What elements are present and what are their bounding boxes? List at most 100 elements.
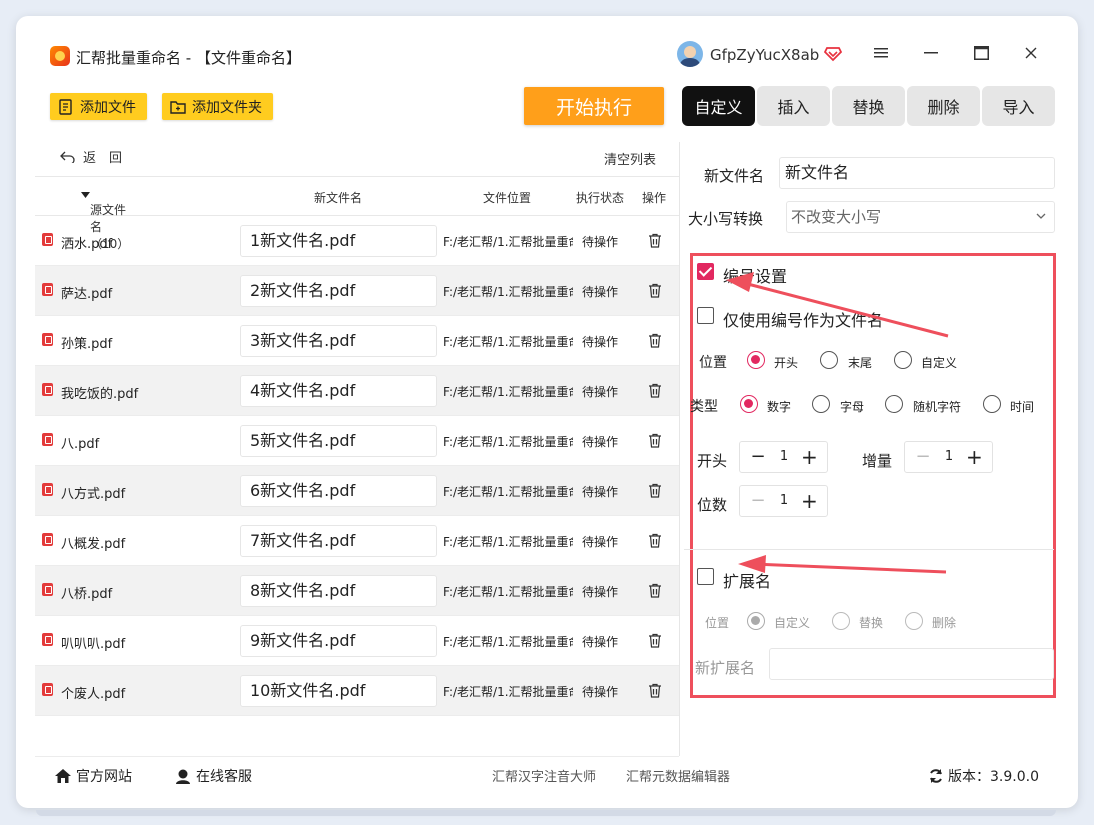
maximize-icon[interactable] [970,42,992,64]
status-text: 待操作 [582,485,619,499]
new-ext-input[interactable] [769,648,1054,680]
new-filename-input[interactable]: 7新文件名.pdf [240,525,437,557]
table-row[interactable]: 八概发.pdf 7新文件名.pdf F:/老汇帮/1.汇帮批量重命名待操作 [35,516,679,566]
version-info[interactable]: 版本：3.9.0.0 [928,766,1039,786]
pdf-icon [42,383,53,396]
trash-icon[interactable] [648,483,662,498]
table-row[interactable]: 孙策.pdf 3新文件名.pdf F:/老汇帮/1.汇帮批量重命名待操作 [35,316,679,366]
menu-icon[interactable] [870,42,892,64]
pdf-icon [42,533,53,546]
footer-link-pinyin[interactable]: 汇帮汉字注音大师 [492,766,596,785]
ext-radio-custom[interactable] [747,612,765,630]
pdf-icon [42,433,53,446]
file-icon [59,98,72,115]
table-row[interactable]: 个废人.pdf 10新文件名.pdf F:/老汇帮/1.汇帮批量重命名待操作 [35,666,679,716]
tab-insert[interactable]: 插入 [757,86,830,126]
decrement-icon[interactable]: − [750,448,766,466]
numbering-checkbox[interactable] [697,263,714,280]
section-divider [684,549,1054,550]
type-radio-letter[interactable] [812,395,830,413]
avatar[interactable] [677,41,703,67]
table-row[interactable]: 萨达.pdf 2新文件名.pdf F:/老汇帮/1.汇帮批量重命名待操作 [35,266,679,316]
new-filename-input[interactable]: 6新文件名.pdf [240,475,437,507]
table-row[interactable]: 八方式.pdf 6新文件名.pdf F:/老汇帮/1.汇帮批量重命名待操作 [35,466,679,516]
trash-icon[interactable] [648,583,662,598]
title-bar: 汇帮批量重命名 - 【文件重命名】 GfpZyYucX8ab [16,16,1078,94]
sort-indicator[interactable]: 源文件名（10） [81,189,129,251]
header-path: 文件位置 [483,191,532,205]
status-text: 待操作 [582,235,619,249]
back-button[interactable]: 返 回 [60,147,122,166]
new-filename-input[interactable]: 2新文件名.pdf [240,275,437,307]
table-row[interactable]: 八.pdf 5新文件名.pdf F:/老汇帮/1.汇帮批量重命名待操作 [35,416,679,466]
ext-radio-delete[interactable] [905,612,923,630]
trash-icon[interactable] [648,433,662,448]
type-radio-random[interactable] [885,395,903,413]
increment-stepper[interactable]: − 1 + [904,441,993,473]
new-filename-input[interactable]: 4新文件名.pdf [240,375,437,407]
only-number-label: 仅使用编号作为文件名 [723,311,884,330]
new-filename-input[interactable]: 9新文件名.pdf [240,625,437,657]
new-filename-input[interactable]: 3新文件名.pdf [240,325,437,357]
table-row[interactable]: 我吃饭的.pdf 4新文件名.pdf F:/老汇帮/1.汇帮批量重命名待操作 [35,366,679,416]
table-header: 源文件名（10） 新文件名 文件位置 执行状态 操作 [35,176,679,251]
tab-import[interactable]: 导入 [982,86,1055,126]
new-name-input[interactable]: 新文件名 [779,157,1055,189]
tab-delete[interactable]: 删除 [907,86,980,126]
add-folder-button[interactable]: 添加文件夹 [162,93,273,120]
position-radio-start[interactable] [747,351,765,369]
decrement-icon[interactable]: − [750,492,766,510]
add-file-button[interactable]: 添加文件 [50,93,147,120]
table-row[interactable]: 洒水.pdf 1新文件名.pdf F:/老汇帮/1.汇帮批量重命名待操作 [35,216,679,266]
type-radio-time[interactable] [983,395,1001,413]
trash-icon[interactable] [648,383,662,398]
type-option-number: 数字 [767,400,792,414]
increment-icon[interactable]: + [966,447,983,467]
minimize-icon[interactable] [920,42,942,64]
file-table: 源文件名（10） 新文件名 文件位置 执行状态 操作 洒水.pdf 1新文件名.p… [35,176,679,716]
support-link[interactable]: 在线客服 [174,766,252,786]
position-option-end: 末尾 [848,356,873,370]
start-stepper[interactable]: − 1 + [739,441,828,473]
tab-replace[interactable]: 替换 [832,86,905,126]
trash-icon[interactable] [648,683,662,698]
ext-radio-replace[interactable] [832,612,850,630]
increment-icon[interactable]: + [801,491,818,511]
trash-icon[interactable] [648,233,662,248]
source-filename: 孙策.pdf [61,337,113,352]
increment-label: 增量 [862,452,893,470]
table-row[interactable]: 叭叭叭.pdf 9新文件名.pdf F:/老汇帮/1.汇帮批量重命名待操作 [35,616,679,666]
official-site-link[interactable]: 官方网站 [54,766,132,786]
position-radio-end[interactable] [820,351,838,369]
new-filename-input[interactable]: 8新文件名.pdf [240,575,437,607]
username[interactable]: GfpZyYucX8ab [710,46,819,64]
new-filename-input[interactable]: 5新文件名.pdf [240,425,437,457]
decrement-icon[interactable]: − [915,448,931,466]
start-value[interactable]: 1 [776,449,792,464]
only-number-checkbox[interactable] [697,307,714,324]
clear-list-button[interactable]: 清空列表 [604,149,656,168]
new-filename-input[interactable]: 10新文件名.pdf [240,675,437,707]
case-select[interactable]: 不改变大小写 [786,201,1055,233]
trash-icon[interactable] [648,633,662,648]
close-icon[interactable] [1020,42,1042,64]
increment-value[interactable]: 1 [941,449,957,464]
trash-icon[interactable] [648,283,662,298]
type-radio-number[interactable] [740,395,758,413]
digits-value[interactable]: 1 [776,493,792,508]
footer-link-metadata[interactable]: 汇帮元数据编辑器 [626,766,730,785]
tab-custom[interactable]: 自定义 [682,86,755,126]
increment-icon[interactable]: + [801,447,818,467]
trash-icon[interactable] [648,333,662,348]
new-filename-input[interactable]: 1新文件名.pdf [240,225,437,257]
file-path: F:/老汇帮/1.汇帮批量重命名 [443,535,573,549]
table-row[interactable]: 八桥.pdf 8新文件名.pdf F:/老汇帮/1.汇帮批量重命名待操作 [35,566,679,616]
vip-diamond-icon[interactable] [824,44,842,62]
extension-checkbox[interactable] [697,568,714,585]
start-button[interactable]: 开始执行 [524,87,664,125]
status-text: 待操作 [582,635,619,649]
pdf-icon [42,583,53,596]
trash-icon[interactable] [648,533,662,548]
position-radio-custom[interactable] [894,351,912,369]
digits-stepper[interactable]: − 1 + [739,485,828,517]
